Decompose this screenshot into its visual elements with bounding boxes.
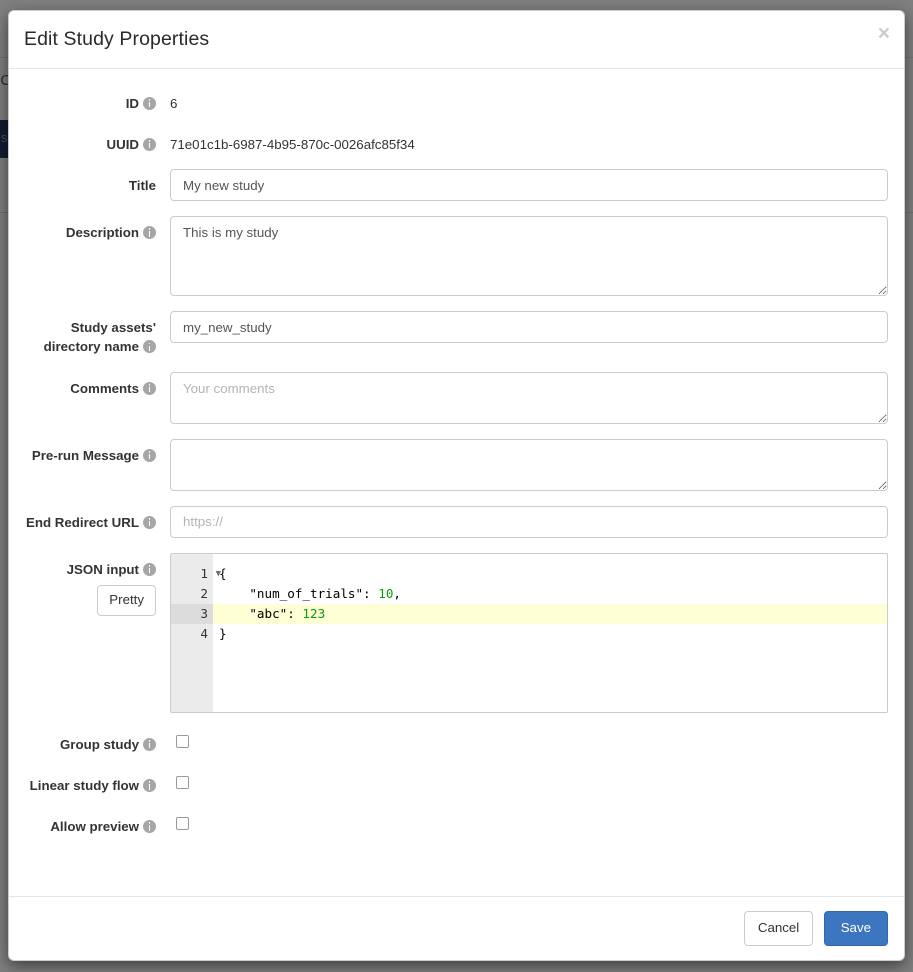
field-row-allow-preview: Allow preview xyxy=(25,810,888,836)
label-comments-text: Comments xyxy=(70,380,139,396)
json-token-str: "num_of_trials": xyxy=(219,585,379,601)
cancel-button[interactable]: Cancel xyxy=(743,911,814,946)
info-circle-icon[interactable] xyxy=(143,381,156,395)
json-line-number: 4 xyxy=(200,625,208,641)
info-circle-icon[interactable] xyxy=(143,737,156,751)
label-title-text: Title xyxy=(128,178,156,194)
field-row-linear-study-flow: Linear study flow xyxy=(25,769,888,795)
label-linear-study-flow: Linear study flow xyxy=(25,769,170,795)
field-row-title: Title xyxy=(25,169,888,202)
field-row-prerun-message: Pre-run Message xyxy=(25,438,888,491)
field-row-group-study: Group study xyxy=(25,728,888,754)
label-id: ID xyxy=(25,87,170,113)
label-uuid: UUID xyxy=(25,128,170,154)
dialog-header: Edit Study Properties × xyxy=(9,11,904,69)
group-study-checkbox[interactable] xyxy=(176,734,189,748)
title-input[interactable] xyxy=(170,169,888,202)
info-circle-icon[interactable] xyxy=(143,820,156,834)
label-linear-study-flow-text: Linear study flow xyxy=(29,778,139,794)
json-token-punc: { xyxy=(219,565,227,581)
label-title: Title xyxy=(25,169,170,195)
json-code-line[interactable]: "abc": 123 xyxy=(213,603,887,624)
value-col-group-study xyxy=(170,728,888,748)
json-code-line[interactable]: { xyxy=(213,564,887,584)
value-col-uuid: 71e01c1b-6987-4b95-870c-0026afc85f34 xyxy=(170,128,888,154)
json-token-num: 10 xyxy=(378,585,394,601)
value-col-prerun-message xyxy=(170,438,888,491)
dialog-title: Edit Study Properties xyxy=(24,28,210,50)
value-col-linear-study-flow xyxy=(170,769,888,790)
field-row-id: ID 6 xyxy=(25,87,888,113)
field-row-comments: Comments xyxy=(25,371,888,424)
info-circle-icon[interactable] xyxy=(143,448,156,462)
label-end-redirect-url-text: End Redirect URL xyxy=(25,514,139,530)
json-token-num: 123 xyxy=(302,605,326,621)
info-circle-icon[interactable] xyxy=(143,226,156,240)
field-row-json-input: JSON input Pretty 1 ▼ 2 3 4 { "num_of_trials… xyxy=(25,552,888,713)
json-code-editor[interactable]: 1 ▼ 2 3 4 { "num_of_trials": 10, "abc": 123} xyxy=(170,552,888,713)
field-row-end-redirect-url: End Redirect URL xyxy=(25,505,888,538)
id-value: 6 xyxy=(170,95,178,111)
edit-study-properties-dialog: Edit Study Properties × ID 6 UUID 71e01c… xyxy=(8,10,905,961)
label-id-text: ID xyxy=(125,95,139,111)
json-token-str: "abc": xyxy=(219,605,303,621)
close-icon[interactable]: × xyxy=(878,23,890,44)
json-code-line[interactable]: } xyxy=(213,624,887,644)
json-token-punc: , xyxy=(393,585,401,601)
info-circle-icon[interactable] xyxy=(143,340,156,354)
value-col-allow-preview xyxy=(170,810,888,831)
allow-preview-checkbox[interactable] xyxy=(176,817,189,831)
label-comments: Comments xyxy=(25,372,170,398)
field-row-description: Description xyxy=(25,216,888,297)
value-col-end-redirect-url xyxy=(170,505,888,538)
json-line-number: 1 ▼ xyxy=(171,564,221,584)
label-assets-dir: Study assets' directory name xyxy=(25,311,170,357)
prerun-message-textarea[interactable] xyxy=(170,438,888,491)
assets-dir-input[interactable] xyxy=(170,311,888,344)
end-redirect-url-input[interactable] xyxy=(170,505,888,538)
linear-study-flow-checkbox[interactable] xyxy=(176,776,189,790)
value-col-id: 6 xyxy=(170,87,888,113)
value-col-description xyxy=(170,216,888,297)
json-line-number: 3 xyxy=(171,603,213,624)
pretty-button[interactable]: Pretty xyxy=(97,585,156,616)
label-assets-dir-text: Study assets' directory name xyxy=(43,320,156,355)
label-end-redirect-url: End Redirect URL xyxy=(25,506,170,532)
json-code-line[interactable]: "num_of_trials": 10, xyxy=(213,584,887,604)
label-group-study: Group study xyxy=(25,728,170,754)
label-allow-preview: Allow preview xyxy=(25,810,170,836)
label-prerun-message: Pre-run Message xyxy=(25,439,170,465)
label-group-study-text: Group study xyxy=(59,736,139,752)
dialog-footer: Cancel Save xyxy=(9,896,904,960)
label-allow-preview-text: Allow preview xyxy=(50,819,139,835)
json-token-punc: } xyxy=(219,625,227,641)
json-line-number: 2 xyxy=(200,585,208,601)
info-circle-icon[interactable] xyxy=(143,137,156,151)
dialog-body: ID 6 UUID 71e01c1b-6987-4b95-870c-0026af… xyxy=(9,69,904,896)
description-textarea[interactable] xyxy=(170,216,888,297)
value-col-title xyxy=(170,169,888,202)
value-col-comments xyxy=(170,371,888,424)
value-col-json-input: 1 ▼ 2 3 4 { "num_of_trials": 10, "abc": 123} xyxy=(170,552,888,713)
info-circle-icon[interactable] xyxy=(143,562,156,576)
info-circle-icon[interactable] xyxy=(143,515,156,529)
label-description: Description xyxy=(25,216,170,242)
info-circle-icon[interactable] xyxy=(143,96,156,110)
label-json-input: JSON input Pretty xyxy=(25,553,170,616)
value-col-assets-dir xyxy=(170,311,888,344)
field-row-uuid: UUID 71e01c1b-6987-4b95-870c-0026afc85f3… xyxy=(25,128,888,154)
label-json-input-text: JSON input xyxy=(66,561,139,577)
field-row-assets-dir: Study assets' directory name xyxy=(25,311,888,357)
comments-textarea[interactable] xyxy=(170,371,888,424)
json-editor-gutter: 1 ▼ 2 3 4 xyxy=(171,553,221,712)
label-uuid-text: UUID xyxy=(106,136,139,152)
uuid-value: 71e01c1b-6987-4b95-870c-0026afc85f34 xyxy=(170,136,415,152)
json-editor-code[interactable]: { "num_of_trials": 10, "abc": 123} xyxy=(213,554,887,712)
label-description-text: Description xyxy=(65,225,139,241)
save-button[interactable]: Save xyxy=(823,911,888,946)
label-prerun-message-text: Pre-run Message xyxy=(31,447,139,463)
info-circle-icon[interactable] xyxy=(143,779,156,793)
